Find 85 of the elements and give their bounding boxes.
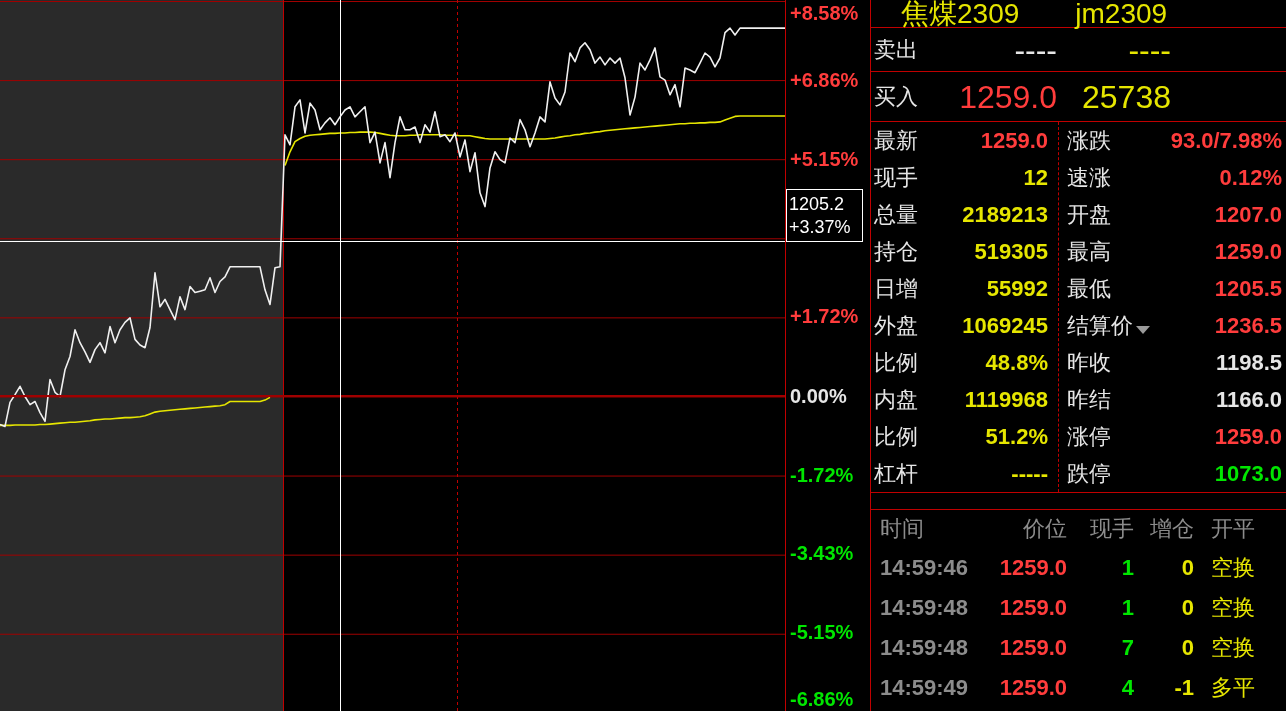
- table-cell-text: 1259.0: [998, 674, 1067, 702]
- table-cell-text: 7: [1120, 634, 1134, 662]
- price-readout: 1205.2: [789, 192, 846, 216]
- axis-label: +6.86%: [790, 68, 859, 93]
- field-label: 总量: [874, 200, 918, 229]
- axis-label: -1.72%: [790, 462, 854, 487]
- caret-icon[interactable]: [1136, 325, 1150, 334]
- contract-code: jm2309: [1075, 0, 1168, 27]
- axis-label: -6.86%: [790, 687, 854, 711]
- table-cell-text: 14:59:46: [879, 554, 970, 582]
- field-value: 51.2%: [985, 422, 1048, 451]
- axis-label: -5.15%: [790, 620, 854, 645]
- field-value: 55992: [986, 274, 1048, 303]
- table-cell-text: 空换: [1210, 594, 1256, 622]
- field-value: 1207.0: [1214, 200, 1282, 229]
- quote-price: ----: [1014, 30, 1057, 69]
- table-cell-text: 1259.0: [998, 634, 1067, 662]
- column-header: 增仓: [1149, 515, 1194, 543]
- field-label: 涨跌: [1067, 126, 1111, 155]
- field-label: 内盘: [874, 385, 918, 414]
- field-value: 0.12%: [1219, 163, 1282, 192]
- table-cell-text: 1: [1120, 594, 1134, 622]
- field-label: 最新: [874, 126, 918, 155]
- table-cell-text: -1: [1173, 674, 1194, 702]
- quote-label: 买入: [873, 83, 919, 111]
- contract-name: 焦煤2309: [901, 0, 1020, 27]
- field-label: 外盘: [874, 311, 918, 340]
- field-value: 48.8%: [985, 348, 1048, 377]
- field-label: 速涨: [1067, 163, 1111, 192]
- axis-label: +5.15%: [790, 146, 859, 171]
- field-value: 1166.0: [1215, 385, 1282, 414]
- field-value: 1198.5: [1215, 348, 1282, 377]
- table-cell-text: 空换: [1210, 554, 1256, 582]
- field-value: 1259.0: [980, 126, 1048, 155]
- quote-volume: ----: [1128, 30, 1171, 69]
- column-header: 开平: [1210, 515, 1256, 543]
- table-cell-text: 1259.0: [998, 594, 1067, 622]
- field-label: 杠杆: [874, 459, 918, 488]
- field-label: 比例: [874, 422, 918, 451]
- table-cell-text: 0: [1180, 634, 1194, 662]
- field-label: 昨收: [1067, 348, 1111, 377]
- field-label: 开盘: [1067, 200, 1111, 229]
- column-header: 价位: [1022, 515, 1067, 543]
- field-value: 1119968: [964, 385, 1048, 414]
- field-value: 1073.0: [1214, 459, 1282, 488]
- field-label: 现手: [874, 163, 918, 192]
- axis-label: +8.58%: [790, 1, 859, 25]
- table-cell-text: 14:59:48: [879, 594, 970, 622]
- field-value: 1236.5: [1214, 311, 1282, 340]
- field-label: 最低: [1067, 274, 1111, 303]
- quote-label: 卖出: [873, 36, 919, 64]
- axis-label: -3.43%: [790, 541, 854, 566]
- field-value: 12: [1023, 163, 1048, 192]
- field-label: 持仓: [874, 237, 918, 266]
- table-cell-text: 空换: [1210, 634, 1256, 662]
- field-label: 跌停: [1067, 459, 1111, 488]
- field-label: 比例: [874, 348, 918, 377]
- quote-price: 1259.0: [959, 77, 1057, 116]
- field-value: 519305: [974, 237, 1048, 266]
- field-label: 昨结: [1067, 385, 1111, 414]
- column-header: 时间: [879, 515, 925, 543]
- axis-label: 0.00%: [790, 383, 847, 408]
- table-cell-text: 0: [1180, 594, 1194, 622]
- field-label: 结算价: [1067, 311, 1133, 340]
- table-cell-text: 14:59:49: [879, 674, 970, 702]
- field-value: 1259.0: [1214, 422, 1282, 451]
- table-cell-text: 1259.0: [998, 554, 1067, 582]
- field-label: 涨停: [1067, 422, 1111, 451]
- quote-volume: 25738: [1082, 77, 1171, 116]
- field-label: 最高: [1067, 237, 1111, 266]
- axis-label: +1.72%: [790, 304, 859, 329]
- field-value: 1205.5: [1214, 274, 1282, 303]
- field-value: -----: [1011, 459, 1048, 488]
- table-cell-text: 0: [1180, 554, 1194, 582]
- table-cell-text: 4: [1120, 674, 1134, 702]
- table-cell-text: 多平: [1210, 674, 1256, 702]
- field-value: 1069245: [962, 311, 1048, 340]
- table-cell-text: 1: [1120, 554, 1134, 582]
- change-readout: +3.37%: [789, 215, 852, 239]
- field-value: 1259.0: [1214, 237, 1282, 266]
- column-header: 现手: [1089, 515, 1134, 543]
- field-label: 日增: [874, 274, 918, 303]
- table-cell-text: 14:59:48: [879, 634, 970, 662]
- field-value: 93.0/7.98%: [1170, 126, 1282, 155]
- field-value: 2189213: [962, 200, 1048, 229]
